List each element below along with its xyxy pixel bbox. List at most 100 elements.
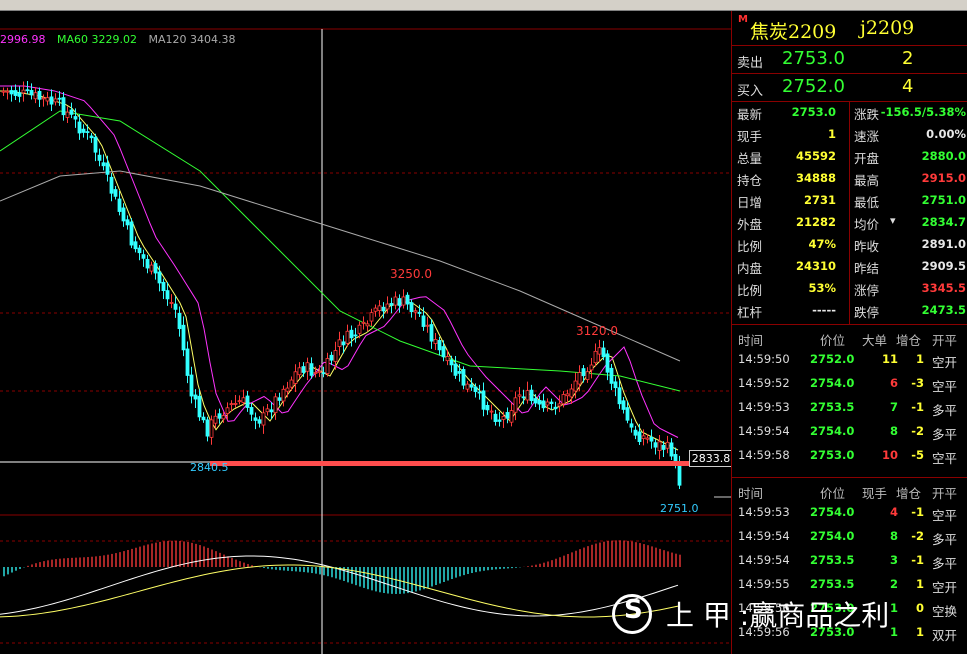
candle bbox=[401, 296, 406, 306]
watermark-text: 上 甲 :赢商品之利 bbox=[666, 599, 890, 632]
ask-row[interactable]: 卖出 2753.0 2 bbox=[732, 46, 967, 73]
candle bbox=[513, 397, 518, 413]
tick-time: 14:59:50 bbox=[738, 352, 790, 366]
candle bbox=[537, 399, 542, 405]
candle bbox=[261, 412, 266, 426]
stat-value: 2891.0 bbox=[921, 237, 966, 251]
stat-value: 1 bbox=[827, 127, 836, 141]
candle bbox=[201, 416, 206, 421]
tick-row[interactable]: 14:59:53 2753.5 7 -1 多平 bbox=[732, 397, 967, 421]
candle bbox=[381, 306, 386, 312]
tick-type: 多平 bbox=[932, 427, 958, 442]
tick-type: 空开 bbox=[932, 355, 958, 370]
candle bbox=[297, 367, 302, 376]
candle bbox=[169, 302, 174, 304]
candle bbox=[21, 89, 26, 94]
stat-row: 日增 2731 最低 2751.0 bbox=[732, 189, 967, 211]
candle bbox=[133, 241, 138, 250]
tick-chg: -2 bbox=[911, 424, 924, 438]
candle bbox=[545, 401, 550, 406]
tick-table-header: 时间 价位 现手 增仓 开平 bbox=[732, 480, 967, 502]
candle bbox=[501, 416, 506, 420]
tick-row[interactable]: 14:59:54 2754.0 8 -2 多平 bbox=[732, 526, 967, 550]
stat-value: -156.5/5.38% bbox=[880, 105, 966, 119]
candle bbox=[493, 413, 498, 422]
ma-lines bbox=[0, 85, 681, 451]
ma-legend: 2996.98 MA60 3229.02 MA120 3404.38 bbox=[0, 33, 244, 46]
candle bbox=[593, 350, 598, 364]
tick-time: 14:59:55 bbox=[738, 577, 790, 591]
candle bbox=[673, 454, 678, 462]
candle bbox=[41, 97, 46, 100]
candle bbox=[285, 387, 290, 392]
candle bbox=[105, 162, 110, 175]
candle bbox=[377, 305, 382, 312]
bid-label: 买入 bbox=[737, 84, 764, 99]
tick-row[interactable]: 14:59:50 2752.0 11 1 空开 bbox=[732, 349, 967, 373]
stat-value: 3345.5 bbox=[921, 281, 966, 295]
stat-label: 昨结 bbox=[854, 261, 880, 276]
candle bbox=[665, 441, 670, 449]
candle bbox=[417, 311, 422, 314]
bid-row[interactable]: 买入 2752.0 4 bbox=[732, 74, 967, 101]
candle bbox=[269, 409, 274, 413]
candle bbox=[205, 419, 210, 437]
ma-legend-item: 2996.98 bbox=[0, 33, 46, 46]
kline-chart[interactable]: 3250.0 3120.0 2840.5 2751.0 2996.98 MA60… bbox=[0, 11, 731, 654]
watermark: 上 甲 :赢商品之利 bbox=[612, 594, 889, 634]
tick-row[interactable]: 14:59:52 2754.0 6 -3 空平 bbox=[732, 373, 967, 397]
candle bbox=[461, 369, 466, 386]
tick-type: 空换 bbox=[932, 604, 958, 619]
quote-panel: M 焦炭2209 j2209 卖出 2753.0 2 买入 2752.0 4 最… bbox=[731, 11, 967, 654]
divider bbox=[732, 477, 967, 478]
candle bbox=[373, 307, 378, 312]
candle bbox=[81, 128, 86, 133]
column-header: 现手 bbox=[862, 486, 888, 501]
candle bbox=[73, 116, 78, 120]
stat-label: 持仓 bbox=[737, 173, 763, 188]
candle bbox=[397, 298, 402, 306]
candle bbox=[149, 264, 154, 272]
tick-chg: -1 bbox=[911, 400, 924, 414]
candle bbox=[489, 410, 494, 413]
candle bbox=[101, 162, 106, 167]
tick-chg: 1 bbox=[915, 625, 924, 639]
stat-value: 2753.0 bbox=[791, 105, 836, 119]
stat-label: 现手 bbox=[737, 129, 763, 144]
stat-label: 开盘 bbox=[854, 151, 880, 166]
tick-vol: 6 bbox=[889, 376, 898, 390]
tick-time: 14:59:58 bbox=[738, 448, 790, 462]
kline-svg[interactable]: 3250.0 3120.0 2840.5 2751.0 bbox=[0, 11, 731, 654]
candle bbox=[161, 281, 166, 291]
stat-value: 34888 bbox=[795, 171, 836, 185]
candle bbox=[645, 437, 650, 440]
candle bbox=[369, 312, 374, 322]
candle bbox=[465, 383, 470, 390]
candle bbox=[385, 303, 390, 310]
tick-time: 14:59:54 bbox=[738, 529, 790, 543]
tick-row[interactable]: 14:59:54 2753.5 3 -1 多平 bbox=[732, 550, 967, 574]
stat-value: 2751.0 bbox=[921, 193, 966, 207]
stat-label: 跌停 bbox=[854, 305, 880, 320]
candle bbox=[49, 96, 54, 105]
candle bbox=[581, 368, 586, 377]
candle bbox=[425, 324, 430, 327]
candle bbox=[289, 379, 294, 388]
ask-price: 2753.0 bbox=[782, 48, 845, 69]
candle bbox=[521, 396, 526, 399]
candle bbox=[609, 367, 614, 384]
candle bbox=[649, 436, 654, 442]
candle bbox=[629, 423, 634, 428]
tick-row[interactable]: 14:59:58 2753.0 10 -5 空平 bbox=[732, 445, 967, 469]
candle bbox=[293, 371, 298, 384]
tick-row[interactable]: 14:59:54 2754.0 8 -2 多平 bbox=[732, 421, 967, 445]
candle bbox=[525, 390, 530, 401]
candle bbox=[669, 442, 674, 457]
ma-legend-item: MA60 3229.02 bbox=[57, 33, 137, 46]
stat-row: 现手 1 速涨 0.00% bbox=[732, 123, 967, 145]
candle bbox=[61, 97, 66, 116]
stat-label: 内盘 bbox=[737, 261, 763, 276]
dropdown-caret-icon[interactable]: ▾ bbox=[890, 214, 896, 227]
tick-row[interactable]: 14:59:53 2754.0 4 -1 空平 bbox=[732, 502, 967, 526]
stat-label: 总量 bbox=[737, 151, 763, 166]
